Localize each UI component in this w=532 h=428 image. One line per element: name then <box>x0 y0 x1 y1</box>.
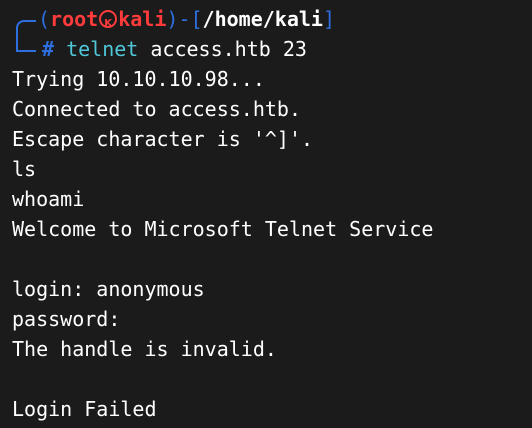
prompt-open-paren: ( <box>38 7 51 31</box>
output-line: Login Failed <box>12 397 157 421</box>
prompt-dash: - <box>178 7 191 31</box>
prompt-close-bracket: ] <box>322 7 335 31</box>
prompt-open-bracket: [ <box>190 7 203 31</box>
terminal-window[interactable]: (root kali)-[/home/kali] # telnet access.… <box>0 0 532 428</box>
output-line: Welcome to Microsoft Telnet Service <box>12 217 434 241</box>
output-line: password: <box>12 307 121 331</box>
prompt-frame-bottom <box>16 40 36 52</box>
output-line: The handle is invalid. <box>12 337 277 361</box>
prompt-close-paren: ) <box>166 7 179 31</box>
output-line: login: anonymous <box>12 277 205 301</box>
prompt-frame-top <box>16 20 36 41</box>
prompt-host: kali <box>118 7 167 31</box>
output-line: Connected to access.htb. <box>12 97 301 121</box>
output-line: ls <box>12 157 37 181</box>
prompt-command-line[interactable]: # telnet access.htb 23 <box>42 34 307 64</box>
prompt-path: /home/kali <box>202 7 323 31</box>
prompt-user: root <box>50 7 99 31</box>
prompt-header: (root kali)-[/home/kali] <box>38 4 335 39</box>
prompt-args: access.htb 23 <box>150 37 307 61</box>
kali-skull-icon <box>99 9 118 39</box>
prompt-symbol: # <box>42 37 55 61</box>
output-line: whoami <box>12 187 85 211</box>
output-line: Trying 10.10.10.98... <box>12 67 265 91</box>
prompt-command: telnet <box>66 37 139 61</box>
output-line: Escape character is '^]'. <box>12 127 314 151</box>
